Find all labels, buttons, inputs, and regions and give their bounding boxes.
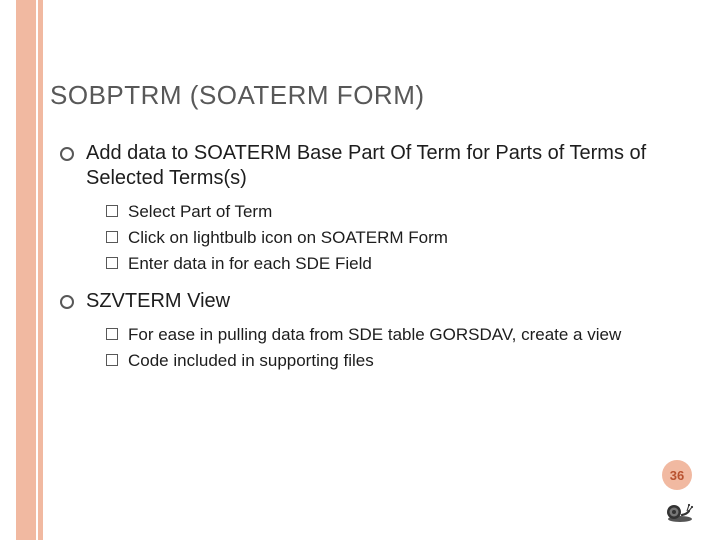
snail-icon	[660, 497, 694, 523]
bullet-list: Add data to SOATERM Base Part Of Term fo…	[50, 141, 696, 372]
sub-list-item: Select Part of Term	[106, 201, 696, 223]
sub-list-item: Code included in supporting files	[106, 350, 696, 372]
accent-stripe-inner	[38, 0, 43, 540]
slide-content: SOBPTRM (SOATERM FORM) Add data to SOATE…	[50, 80, 696, 500]
sub-list-item: For ease in pulling data from SDE table …	[106, 324, 696, 346]
sub-list: Select Part of Term Click on lightbulb i…	[86, 201, 696, 275]
sub-list-item: Click on lightbulb icon on SOATERM Form	[106, 227, 696, 249]
list-item-label: SZVTERM View	[86, 290, 230, 312]
list-item-label: Add data to SOATERM Base Part Of Term fo…	[86, 142, 646, 189]
sub-list-item: Enter data in for each SDE Field	[106, 253, 696, 275]
list-item: SZVTERM View For ease in pulling data fr…	[58, 289, 696, 372]
page-number: 36	[662, 460, 692, 490]
slide-title: SOBPTRM (SOATERM FORM)	[50, 80, 696, 111]
slide: SOBPTRM (SOATERM FORM) Add data to SOATE…	[0, 0, 720, 540]
accent-stripe-outer	[16, 0, 36, 540]
sub-list: For ease in pulling data from SDE table …	[86, 324, 696, 372]
list-item: Add data to SOATERM Base Part Of Term fo…	[58, 141, 696, 275]
